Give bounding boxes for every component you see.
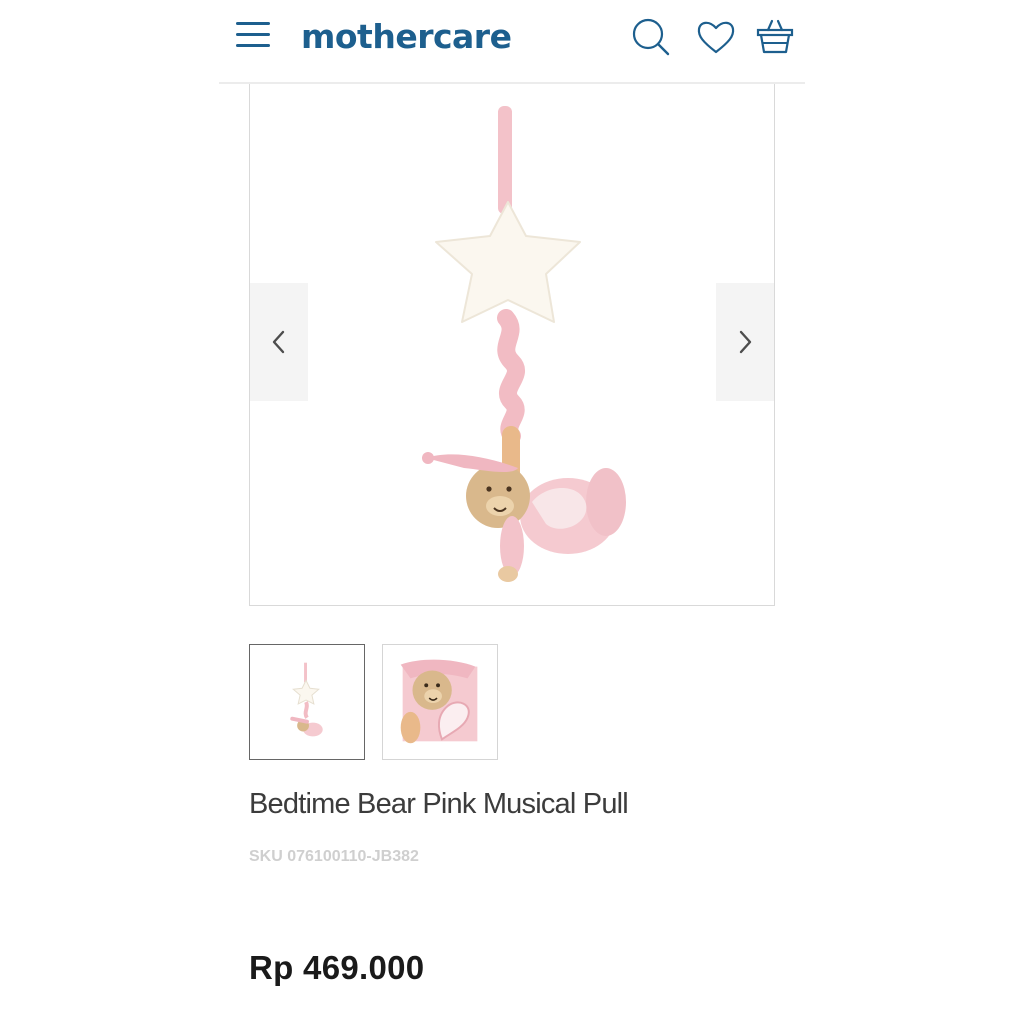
- product-sku: SKU 076100110-JB382: [249, 848, 419, 865]
- thumbnail-image-full: [290, 662, 323, 737]
- thumbnail-2[interactable]: [382, 644, 498, 760]
- basket-icon[interactable]: [754, 16, 796, 58]
- previous-image-button[interactable]: [250, 283, 308, 401]
- chevron-right-icon: [739, 330, 752, 354]
- product-page: mothercare Bedtime Bear Pink Musical Pul…: [219, 0, 805, 1024]
- heart-icon[interactable]: [695, 16, 737, 58]
- thumbnail-1[interactable]: [249, 644, 365, 760]
- thumbnail-image-closeup: [400, 659, 478, 744]
- main-product-image: [249, 84, 775, 606]
- product-price: Rp 469.000: [249, 949, 425, 986]
- product-title: Bedtime Bear Pink Musical Pull: [249, 788, 629, 820]
- product-photo: [422, 106, 626, 582]
- menu-icon[interactable]: [236, 22, 270, 52]
- site-header: mothercare: [219, 0, 805, 84]
- search-icon[interactable]: [630, 16, 672, 58]
- next-image-button[interactable]: [716, 283, 774, 401]
- logo[interactable]: mothercare: [301, 17, 512, 56]
- chevron-left-icon: [272, 330, 285, 354]
